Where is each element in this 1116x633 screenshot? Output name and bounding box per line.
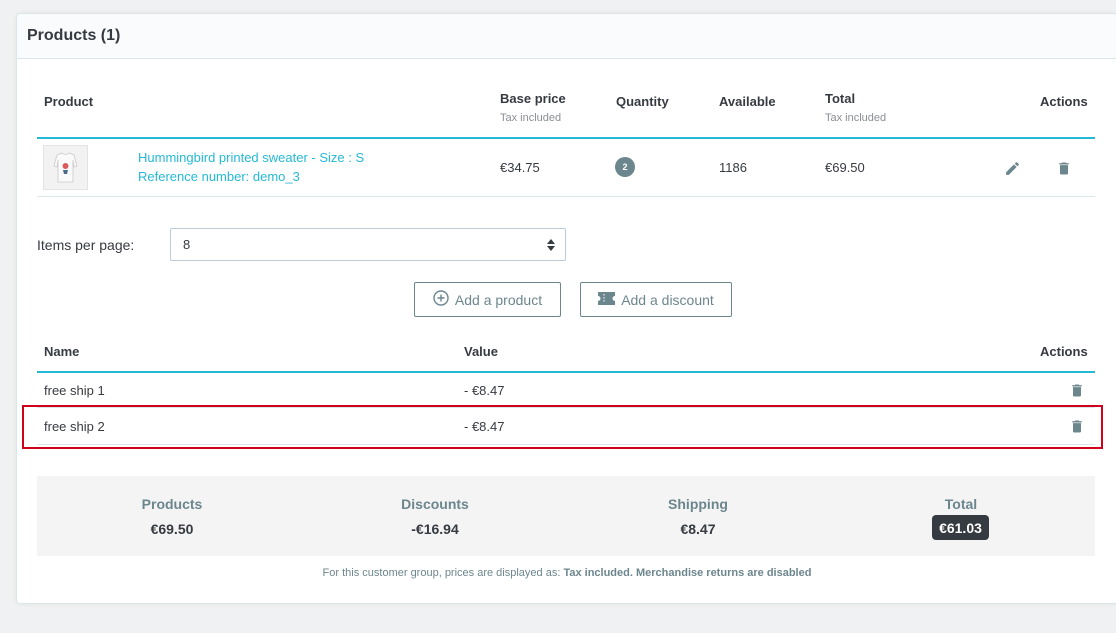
products-card: Products (1) Product Base price Tax incl… xyxy=(16,13,1116,604)
card-header: Products (1) xyxy=(17,14,1116,59)
product-available: 1186 xyxy=(719,160,747,175)
plus-circle-icon xyxy=(433,290,449,309)
items-per-page-label: Items per page: xyxy=(37,237,135,253)
discount-value: - €8.47 xyxy=(464,383,505,398)
col-header-total: Total xyxy=(825,91,856,106)
card-title: Products (1) xyxy=(27,27,121,44)
footnote-tax: Tax included xyxy=(563,567,630,579)
summary-total-label: Total xyxy=(944,496,978,512)
summary-products-value: €69.50 xyxy=(150,521,194,537)
product-reference: Reference number: demo_3 xyxy=(138,169,300,184)
row-divider xyxy=(37,196,1095,197)
edit-icon[interactable] xyxy=(1002,158,1022,178)
add-discount-button[interactable]: Add a discount xyxy=(580,282,732,317)
product-total: €69.50 xyxy=(825,160,865,175)
col-header-product: Product xyxy=(44,94,94,109)
footnote: For this customer group, prices are disp… xyxy=(322,567,812,579)
items-per-page-select[interactable]: 8 xyxy=(170,228,566,261)
col-header-name: Name xyxy=(44,344,80,359)
product-name-link[interactable]: Hummingbird printed sweater - Size : S xyxy=(138,150,364,165)
delete-icon[interactable] xyxy=(1067,380,1087,400)
discount-name: free ship 1 xyxy=(44,383,105,398)
col-header-available: Available xyxy=(719,94,776,109)
footnote-returns: Merchandise returns are disabled xyxy=(635,567,812,579)
discount-header-divider xyxy=(37,371,1095,373)
select-arrows-icon xyxy=(547,238,555,256)
product-thumbnail[interactable] xyxy=(43,145,88,190)
product-base-price: €34.75 xyxy=(500,160,540,175)
col-header-value: Value xyxy=(464,344,498,359)
table-header-divider xyxy=(37,137,1095,139)
col-header-discount-actions: Actions xyxy=(1040,344,1088,359)
quantity-badge: 2 xyxy=(615,157,635,177)
summary-products-label: Products xyxy=(141,496,203,512)
highlight-box xyxy=(22,405,1103,449)
footnote-prefix: For this customer group, prices are disp… xyxy=(322,567,561,579)
summary-discounts-value: -€16.94 xyxy=(411,521,459,537)
col-header-total-sub: Tax included xyxy=(825,112,887,124)
summary-total-badge: €61.03 xyxy=(932,515,989,540)
col-header-base-price: Base price xyxy=(500,91,566,106)
col-header-base-price-sub: Tax included xyxy=(500,112,562,124)
delete-icon[interactable] xyxy=(1054,158,1074,178)
col-header-actions: Actions xyxy=(1040,94,1088,109)
summary-discounts-label: Discounts xyxy=(401,496,469,512)
add-discount-label: Add a discount xyxy=(621,291,714,308)
summary-shipping-label: Shipping xyxy=(668,496,728,512)
add-product-label: Add a product xyxy=(454,291,543,308)
items-per-page-value: 8 xyxy=(183,237,191,252)
add-product-button[interactable]: Add a product xyxy=(414,282,561,317)
summary-shipping-value: €8.47 xyxy=(680,521,716,537)
ticket-icon xyxy=(598,291,616,308)
col-header-quantity: Quantity xyxy=(616,94,669,109)
